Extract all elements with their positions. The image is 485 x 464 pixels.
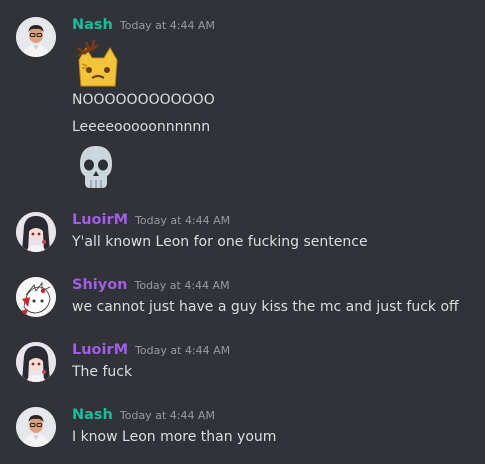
message-text: NOOOOOOOOOOOO <box>72 92 215 108</box>
author-label[interactable]: LuoirM <box>72 212 128 228</box>
message-timestamp: Today at 4:44 AM <box>119 409 215 422</box>
author-label[interactable]: Shiyon <box>72 277 127 293</box>
crying-cat-emoji <box>72 39 124 92</box>
message-text: Y'all known Leon for one fucking sentenc… <box>72 234 368 250</box>
man-with-glasses-avatar[interactable] <box>16 17 56 57</box>
author-name[interactable]: LuoirM Today at 4:44 AM <box>72 342 230 358</box>
author-name[interactable]: Shiyon Today at 4:44 AM <box>72 277 230 293</box>
author-label[interactable]: Nash <box>72 407 113 423</box>
message-text: we cannot just have a guy kiss the mc an… <box>72 299 459 315</box>
skull-emoji <box>72 142 120 194</box>
message-timestamp: Today at 4:44 AM <box>135 344 231 357</box>
author-name[interactable]: LuoirM Today at 4:44 AM <box>72 212 230 228</box>
message-timestamp: Today at 4:44 AM <box>119 19 215 32</box>
message-text: The fuck <box>72 364 133 380</box>
author-label[interactable]: Nash <box>72 17 113 33</box>
message-timestamp: Today at 4:44 AM <box>134 279 230 292</box>
anime-sketch-avatar[interactable] <box>16 277 56 317</box>
message-timestamp: Today at 4:44 AM <box>135 214 231 227</box>
message-text: Leeeeooooonnnnnn <box>72 119 211 135</box>
author-name[interactable]: Nash Today at 4:44 AM <box>72 17 215 33</box>
anime-girl-avatar[interactable] <box>16 212 56 252</box>
author-name[interactable]: Nash Today at 4:44 AM <box>72 407 215 423</box>
author-label[interactable]: LuoirM <box>72 342 128 358</box>
man-with-glasses-avatar[interactable] <box>16 407 56 447</box>
message-text: I know Leon more than youm <box>72 429 277 445</box>
anime-girl-avatar[interactable] <box>16 342 56 382</box>
